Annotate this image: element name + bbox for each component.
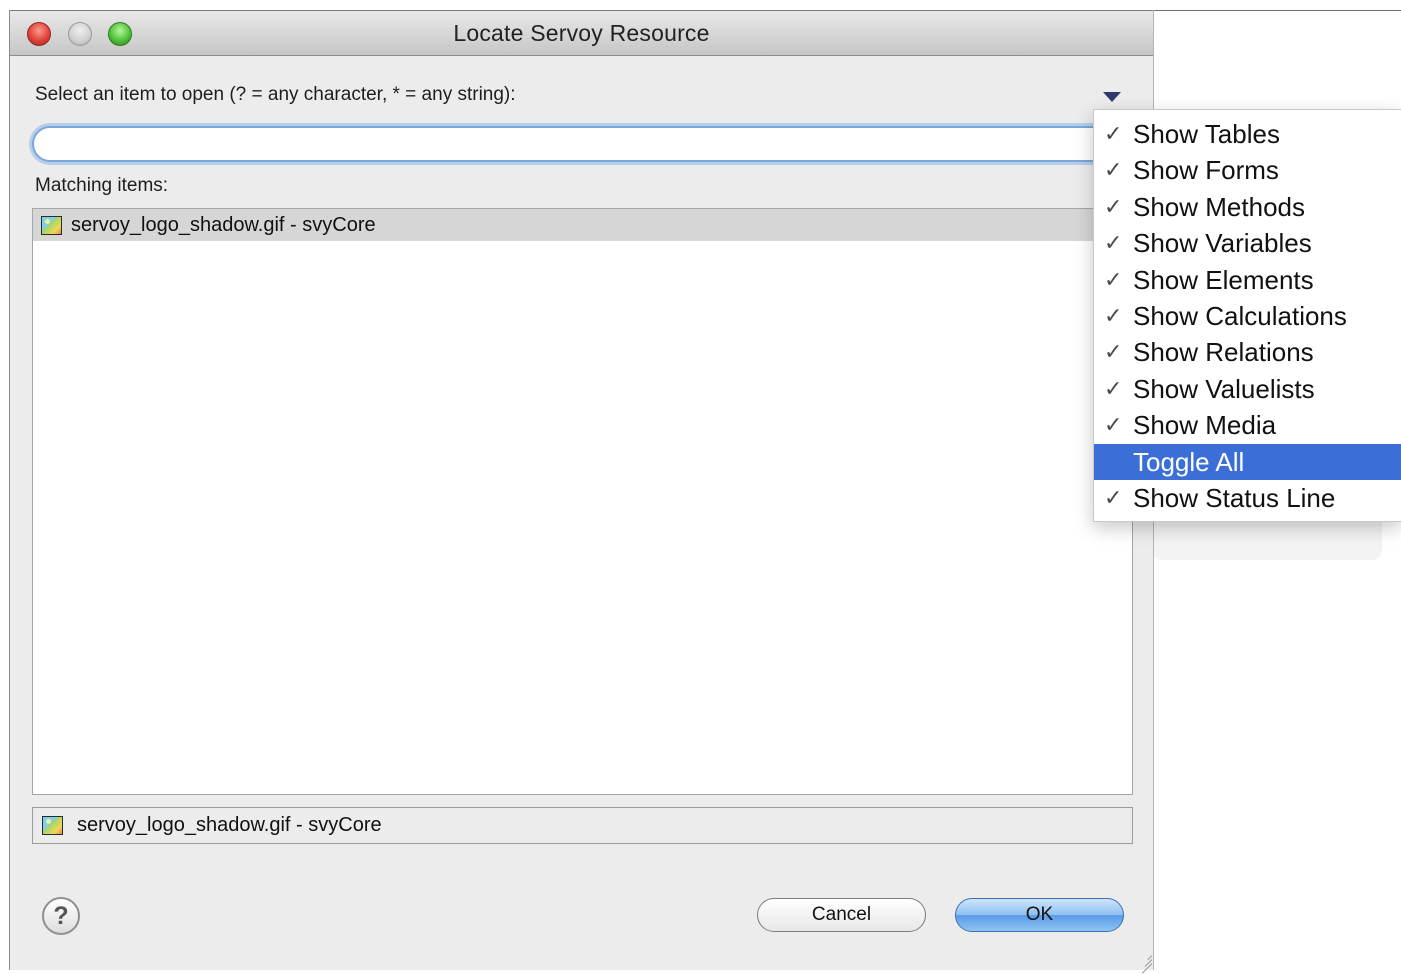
checkmark-icon: ✓ [1104,302,1123,328]
menu-item-show-elements[interactable]: ✓ Show Elements [1094,262,1401,298]
menu-item-show-relations[interactable]: ✓ Show Relations [1094,334,1401,370]
checkmark-icon: ✓ [1104,230,1123,256]
checkmark-icon: ✓ [1104,339,1123,365]
ok-button[interactable]: OK [955,898,1124,932]
checkmark-icon: ✓ [1104,484,1123,510]
menu-item-show-tables[interactable]: ✓ Show Tables [1094,116,1401,152]
checkmark-icon: ✓ [1104,157,1123,183]
menu-item-show-status-line[interactable]: ✓ Show Status Line [1094,480,1401,516]
image-file-icon [42,816,63,835]
list-item-label: servoy_logo_shadow.gif - svyCore [71,213,376,236]
list-item[interactable]: servoy_logo_shadow.gif - svyCore [33,209,1132,241]
status-line-text: servoy_logo_shadow.gif - svyCore [77,814,382,836]
checkmark-icon: ✓ [1104,121,1123,146]
menu-item-toggle-all[interactable]: Toggle All [1094,443,1401,480]
matching-items-list[interactable]: servoy_logo_shadow.gif - svyCore [32,208,1133,795]
view-options-menu: ✓ Show Tables ✓ Show Forms ✓ Show Methods ✓… [1093,109,1401,522]
view-menu-dropdown-icon[interactable] [1103,92,1121,102]
menu-item-show-valuelists[interactable]: ✓ Show Valuelists [1094,371,1401,407]
matching-items-label: Matching items: [35,175,169,196]
help-icon[interactable]: ? [42,897,80,935]
menu-item-show-forms[interactable]: ✓ Show Forms [1094,152,1401,188]
window-title: Locate Servoy Resource [453,20,710,46]
menu-item-show-variables[interactable]: ✓ Show Variables [1094,225,1401,261]
status-line: servoy_logo_shadow.gif - svyCore [32,807,1133,844]
locate-resource-dialog: Locate Servoy Resource Select an item to… [9,10,1154,974]
checkmark-icon: ✓ [1104,375,1123,401]
checkmark-icon: ✓ [1104,266,1123,292]
background-window-edge [1152,10,1401,11]
search-input[interactable] [32,126,1112,162]
search-prompt-label: Select an item to open (? = any characte… [35,84,516,105]
title-bar: Locate Servoy Resource [10,10,1153,56]
cancel-button[interactable]: Cancel [757,898,926,932]
checkmark-icon: ✓ [1104,193,1123,219]
checkmark-icon: ✓ [1104,412,1123,438]
menu-item-show-media[interactable]: ✓ Show Media [1094,407,1401,443]
image-file-icon [41,215,62,235]
menu-item-show-calculations[interactable]: ✓ Show Calculations [1094,298,1401,334]
resize-grip-icon[interactable] [1138,950,1153,974]
menu-item-show-methods[interactable]: ✓ Show Methods [1094,189,1401,225]
